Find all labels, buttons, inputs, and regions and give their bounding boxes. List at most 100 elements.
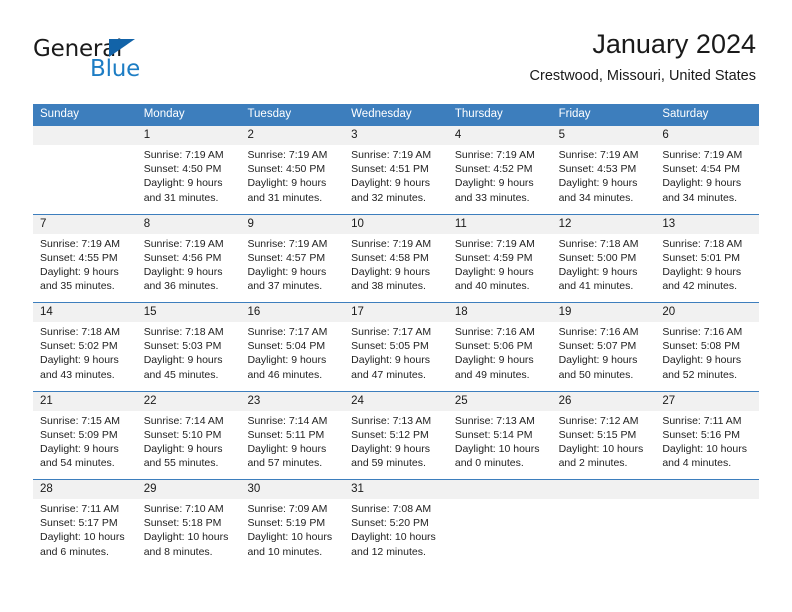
day-cell[interactable]: 30 Sunrise: 7:09 AM Sunset: 5:19 PM Dayl… (240, 480, 344, 568)
day-details: Sunrise: 7:16 AM Sunset: 5:06 PM Dayligh… (455, 325, 545, 382)
day-cell[interactable]: 25 Sunrise: 7:13 AM Sunset: 5:14 PM Dayl… (448, 392, 552, 480)
sunrise-text: Sunrise: 7:12 AM (558, 414, 639, 427)
sunrise-text: Sunrise: 7:18 AM (558, 237, 639, 250)
day-cell[interactable]: 6 Sunrise: 7:19 AM Sunset: 4:54 PM Dayli… (655, 126, 759, 214)
sunset-text: Sunset: 5:12 PM (351, 428, 429, 441)
sunset-text: Sunset: 4:57 PM (247, 251, 326, 264)
sunset-text: Sunset: 5:00 PM (558, 251, 637, 264)
day-number: 17 (351, 306, 364, 318)
day-details: Sunrise: 7:16 AM Sunset: 5:08 PM Dayligh… (662, 325, 752, 382)
day-number: 15 (143, 306, 157, 318)
day-number: 22 (143, 394, 157, 407)
day-cell[interactable]: 12 Sunrise: 7:18 AM Sunset: 5:00 PM Dayl… (552, 215, 656, 303)
day-cell[interactable] (655, 480, 759, 568)
sunrise-text: Sunrise: 7:18 AM (143, 326, 224, 338)
day-details: Sunrise: 7:16 AM Sunset: 5:07 PM Dayligh… (559, 325, 649, 382)
day-details: Sunrise: 7:19 AM Sunset: 4:54 PM Dayligh… (662, 148, 752, 205)
day-details: Sunrise: 7:19 AM Sunset: 4:50 PM Dayligh… (144, 148, 234, 205)
day-details: Sunrise: 7:19 AM Sunset: 4:52 PM Dayligh… (455, 148, 545, 205)
day-cell[interactable]: 15 Sunrise: 7:18 AM Sunset: 5:03 PM Dayl… (137, 303, 241, 391)
day-cell[interactable]: 3 Sunrise: 7:19 AM Sunset: 4:51 PM Dayli… (344, 126, 448, 214)
daylight-text-line1: Daylight: 10 hours (247, 531, 333, 544)
sunset-text: Sunset: 4:52 PM (454, 163, 533, 176)
day-cell[interactable] (33, 126, 137, 214)
daylight-text-line1: Daylight: 10 hours (558, 442, 644, 455)
daylight-text-line1: Daylight: 9 hours (40, 265, 119, 278)
weekday-header-tuesday: Tuesday (247, 108, 292, 120)
daylight-text-line2: and 34 minutes. (558, 191, 634, 204)
daylight-text-line1: Daylight: 9 hours (558, 265, 638, 278)
day-cell[interactable]: 29 Sunrise: 7:10 AM Sunset: 5:18 PM Dayl… (137, 480, 241, 568)
day-number: 24 (351, 394, 364, 407)
day-cell[interactable]: 21 Sunrise: 7:15 AM Sunset: 5:09 PM Dayl… (33, 392, 137, 480)
sunrise-text: Sunrise: 7:18 AM (40, 326, 120, 338)
day-cell[interactable]: 2 Sunrise: 7:19 AM Sunset: 4:50 PM Dayli… (240, 126, 344, 214)
daylight-text-line2: and 54 minutes. (40, 457, 115, 470)
day-cell[interactable]: 26 Sunrise: 7:12 AM Sunset: 5:15 PM Dayl… (552, 392, 656, 480)
daylight-text-line1: Daylight: 9 hours (247, 442, 327, 455)
sunset-text: Sunset: 4:59 PM (454, 251, 533, 264)
day-cell[interactable] (552, 480, 656, 568)
day-number: 28 (40, 483, 53, 495)
day-cell[interactable]: 18 Sunrise: 7:16 AM Sunset: 5:06 PM Dayl… (448, 303, 552, 391)
day-cell[interactable]: 4 Sunrise: 7:19 AM Sunset: 4:52 PM Dayli… (448, 126, 552, 214)
day-cell[interactable]: 22 Sunrise: 7:14 AM Sunset: 5:10 PM Dayl… (137, 392, 241, 480)
day-details: Sunrise: 7:18 AM Sunset: 5:02 PM Dayligh… (40, 325, 130, 382)
day-cell[interactable]: 28 Sunrise: 7:11 AM Sunset: 5:17 PM Dayl… (33, 480, 137, 568)
day-number: 1 (143, 129, 151, 141)
day-cell[interactable]: 14 Sunrise: 7:18 AM Sunset: 5:02 PM Dayl… (33, 303, 137, 391)
day-number: 7 (40, 217, 47, 230)
daylight-text-line2: and 35 minutes. (40, 280, 115, 293)
sunrise-text: Sunrise: 7:17 AM (247, 326, 328, 338)
day-cell[interactable]: 8 Sunrise: 7:19 AM Sunset: 4:56 PM Dayli… (137, 215, 241, 303)
daylight-text-line1: Daylight: 9 hours (454, 177, 534, 190)
day-cell[interactable]: 19 Sunrise: 7:16 AM Sunset: 5:07 PM Dayl… (552, 303, 656, 391)
day-cell[interactable]: 24 Sunrise: 7:13 AM Sunset: 5:12 PM Dayl… (344, 392, 448, 480)
daylight-text-line1: Daylight: 9 hours (351, 177, 430, 190)
day-details: Sunrise: 7:11 AM Sunset: 5:16 PM Dayligh… (662, 414, 752, 471)
sunrise-text: Sunrise: 7:19 AM (454, 149, 535, 161)
day-cell[interactable]: 20 Sunrise: 7:16 AM Sunset: 5:08 PM Dayl… (655, 303, 759, 391)
day-details: Sunrise: 7:13 AM Sunset: 5:12 PM Dayligh… (351, 414, 441, 471)
sunset-text: Sunset: 5:18 PM (143, 517, 222, 530)
weekday-header-sunday: Sunday (40, 108, 80, 120)
day-cell[interactable]: 17 Sunrise: 7:17 AM Sunset: 5:05 PM Dayl… (344, 303, 448, 391)
day-cell[interactable]: 5 Sunrise: 7:19 AM Sunset: 4:53 PM Dayli… (552, 126, 656, 214)
sunrise-text: Sunrise: 7:19 AM (454, 237, 535, 250)
day-cell[interactable]: 10 Sunrise: 7:19 AM Sunset: 4:58 PM Dayl… (344, 215, 448, 303)
sunset-text: Sunset: 4:56 PM (143, 251, 222, 264)
sunset-text: Sunset: 5:19 PM (247, 517, 326, 530)
daylight-text-line2: and 50 minutes. (558, 368, 634, 381)
daylight-text-line1: Daylight: 9 hours (558, 177, 638, 190)
daylight-text-line2: and 36 minutes. (143, 280, 219, 293)
day-cell[interactable]: 7 Sunrise: 7:19 AM Sunset: 4:55 PM Dayli… (33, 215, 137, 303)
general-blue-logo: General Blue (33, 36, 233, 86)
day-number: 9 (247, 217, 254, 230)
day-cell[interactable]: 1 Sunrise: 7:19 AM Sunset: 4:50 PM Dayli… (137, 126, 241, 214)
calendar-page: General Blue January 2024 Crestwood, Mis… (0, 0, 792, 612)
day-cell[interactable]: 27 Sunrise: 7:11 AM Sunset: 5:16 PM Dayl… (655, 392, 759, 480)
week-row: 7 Sunrise: 7:19 AM Sunset: 4:55 PM Dayli… (33, 213, 759, 303)
daylight-text-line2: and 45 minutes. (143, 368, 219, 381)
daylight-text-line1: Daylight: 9 hours (247, 177, 327, 190)
day-number: 18 (454, 306, 468, 318)
day-cell[interactable]: 13 Sunrise: 7:18 AM Sunset: 5:01 PM Dayl… (655, 215, 759, 303)
day-cell[interactable]: 11 Sunrise: 7:19 AM Sunset: 4:59 PM Dayl… (448, 215, 552, 303)
day-number: 13 (662, 217, 676, 230)
day-cell[interactable]: 9 Sunrise: 7:19 AM Sunset: 4:57 PM Dayli… (240, 215, 344, 303)
sunset-text: Sunset: 5:06 PM (454, 340, 533, 353)
day-number: 8 (143, 217, 151, 230)
day-cell[interactable]: 31 Sunrise: 7:08 AM Sunset: 5:20 PM Dayl… (344, 480, 448, 568)
day-cell[interactable]: 23 Sunrise: 7:14 AM Sunset: 5:11 PM Dayl… (240, 392, 344, 480)
day-cell[interactable] (448, 480, 552, 568)
daylight-text-line1: Daylight: 9 hours (40, 442, 119, 455)
daylight-text-line2: and 32 minutes. (351, 191, 426, 204)
day-cell[interactable]: 16 Sunrise: 7:17 AM Sunset: 5:04 PM Dayl… (240, 303, 344, 391)
day-number: 20 (662, 306, 676, 318)
day-details: Sunrise: 7:12 AM Sunset: 5:15 PM Dayligh… (559, 414, 649, 471)
daylight-text-line2: and 46 minutes. (247, 368, 323, 381)
sunset-text: Sunset: 5:08 PM (662, 340, 740, 353)
day-number: 14 (40, 306, 53, 318)
sunrise-text: Sunrise: 7:19 AM (143, 237, 224, 250)
sunrise-text: Sunrise: 7:16 AM (454, 326, 535, 338)
